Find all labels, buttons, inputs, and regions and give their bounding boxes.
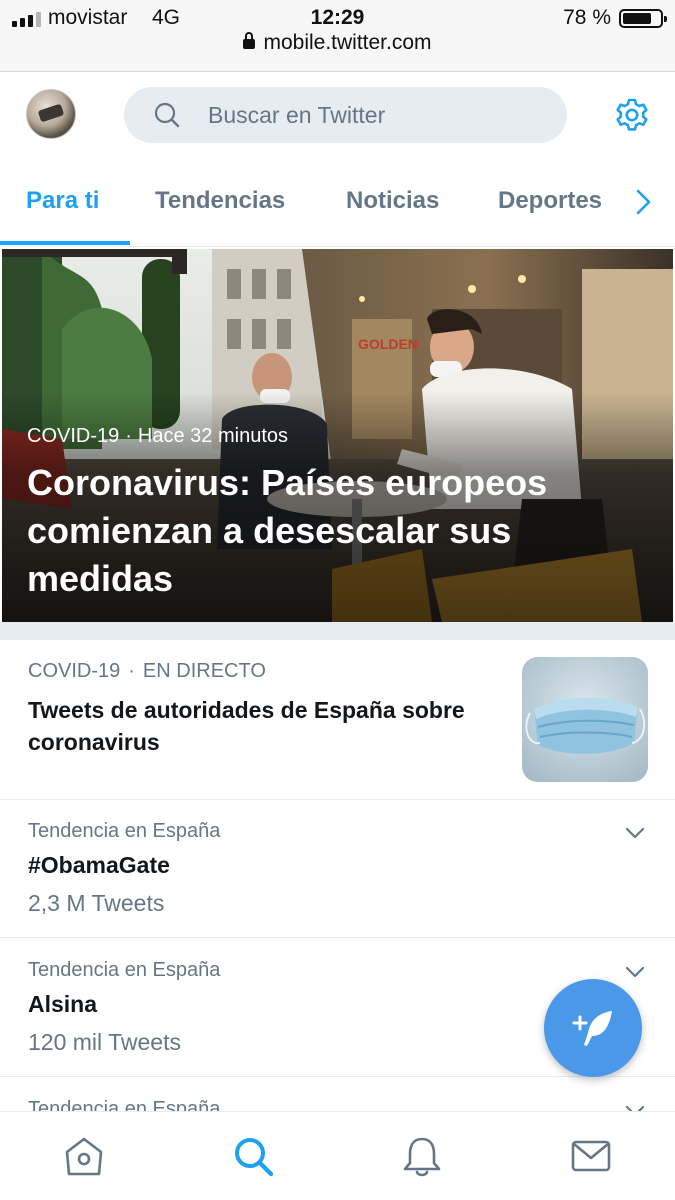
search-box[interactable] bbox=[124, 87, 567, 143]
news-story-card[interactable]: COVID-19 · EN DIRECTO Tweets de autoridade… bbox=[0, 640, 675, 800]
tab-tendencias[interactable]: Tendencias bbox=[155, 161, 285, 247]
gear-icon[interactable] bbox=[614, 97, 650, 133]
tab-deportes[interactable]: Deportes bbox=[498, 161, 602, 247]
chevron-right-icon[interactable] bbox=[628, 187, 658, 217]
chevron-down-icon[interactable] bbox=[624, 822, 646, 844]
face-mask-image bbox=[522, 657, 648, 782]
bottom-navigation bbox=[0, 1111, 675, 1200]
home-icon[interactable] bbox=[62, 1134, 106, 1178]
trend-context: Tendencia en España bbox=[28, 820, 221, 842]
compose-tweet-icon bbox=[572, 1011, 612, 1046]
story-meta: COVID-19 · EN DIRECTO bbox=[28, 660, 266, 683]
battery-icon bbox=[619, 9, 667, 28]
messages-icon[interactable] bbox=[569, 1134, 613, 1178]
chevron-down-icon[interactable] bbox=[624, 961, 646, 983]
compose-tweet-button[interactable] bbox=[544, 979, 642, 1077]
active-tab-indicator bbox=[0, 241, 130, 245]
trend-item[interactable]: Tendencia en España #ObamaGate 2,3 M Twe… bbox=[0, 800, 675, 938]
trend-tweet-count: 120 mil Tweets bbox=[28, 1029, 181, 1055]
tab-noticias[interactable]: Noticias bbox=[346, 161, 439, 247]
lock-icon bbox=[243, 32, 256, 49]
trend-name[interactable]: Alsina bbox=[28, 991, 97, 1018]
notifications-icon[interactable] bbox=[400, 1134, 444, 1178]
section-divider bbox=[0, 622, 675, 640]
story-thumbnail bbox=[522, 657, 648, 782]
cafe-sign: GOLDEN bbox=[358, 336, 418, 352]
trend-context: Tendencia en España bbox=[28, 959, 221, 981]
meta-separator: · bbox=[128, 660, 135, 682]
url-text: mobile.twitter.com bbox=[263, 31, 432, 54]
hero-news-card[interactable]: GOLDEN COVID-19 · Hace 32 minutos Coronavi… bbox=[2, 249, 673, 622]
hero-meta: COVID-19 · Hace 32 minutos bbox=[27, 425, 288, 448]
trend-tweet-count: 2,3 M Tweets bbox=[28, 890, 165, 916]
story-live-label: EN DIRECTO bbox=[142, 660, 266, 682]
meta-separator: · bbox=[125, 425, 132, 447]
top-header bbox=[0, 73, 675, 161]
hero-category: COVID-19 bbox=[27, 425, 120, 447]
story-headline[interactable]: Tweets de autoridades de España sobre co… bbox=[28, 694, 478, 758]
battery-percentage: 78 % bbox=[563, 6, 611, 29]
trend-name[interactable]: #ObamaGate bbox=[28, 852, 170, 879]
search-input[interactable] bbox=[208, 87, 548, 143]
explore-tabs: Para ti Tendencias Noticias Deportes bbox=[0, 161, 675, 247]
hero-timestamp: Hace 32 minutos bbox=[137, 425, 288, 447]
hero-headline[interactable]: Coronavirus: Países europeos comienzan a… bbox=[27, 459, 647, 603]
story-category: COVID-19 bbox=[28, 660, 121, 682]
tab-para-ti[interactable]: Para ti bbox=[26, 161, 99, 247]
search-icon[interactable] bbox=[231, 1134, 275, 1178]
address-bar[interactable]: mobile.twitter.com bbox=[0, 31, 675, 55]
search-icon bbox=[154, 102, 180, 128]
avatar[interactable] bbox=[26, 89, 76, 139]
ios-status-bar: movistar 4G 12:29 78 % mobile.twitter.co… bbox=[0, 0, 675, 72]
